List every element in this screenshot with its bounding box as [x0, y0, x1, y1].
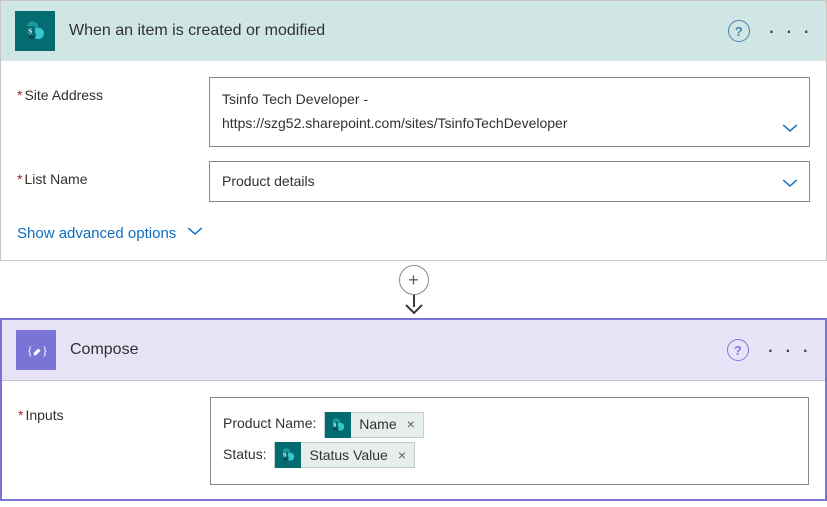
- svg-text:S: S: [28, 26, 32, 35]
- help-icon[interactable]: ?: [727, 339, 749, 361]
- compose-body: *Inputs Product Name: S Name × Status: S…: [2, 381, 825, 499]
- inputs-text: Status:: [223, 446, 267, 462]
- list-name-label: *List Name: [17, 161, 197, 187]
- inputs-field[interactable]: Product Name: S Name × Status: S Status …: [210, 397, 809, 485]
- add-step-button[interactable]: +: [399, 265, 429, 295]
- chevron-down-icon: [186, 224, 204, 242]
- inputs-text: Product Name:: [223, 415, 316, 431]
- add-step-connector: +: [0, 261, 827, 318]
- arrow-down-icon: [401, 293, 427, 318]
- compose-header[interactable]: {} Compose ? · · ·: [2, 320, 825, 381]
- inputs-label: *Inputs: [18, 397, 198, 423]
- show-advanced-options-link[interactable]: Show advanced options: [17, 216, 204, 246]
- site-address-row: *Site Address Tsinfo Tech Developer - ht…: [17, 77, 810, 147]
- dynamic-token-status-value[interactable]: S Status Value ×: [274, 442, 415, 468]
- site-address-dropdown[interactable]: Tsinfo Tech Developer - https://szg52.sh…: [209, 77, 810, 147]
- sharepoint-icon: S: [15, 11, 55, 51]
- token-label: Status Value: [301, 440, 395, 471]
- site-address-value: Tsinfo Tech Developer - https://szg52.sh…: [222, 88, 568, 136]
- token-remove-button[interactable]: ×: [396, 440, 414, 471]
- more-menu-button[interactable]: · · ·: [767, 345, 811, 355]
- inputs-line: Product Name: S Name ×: [223, 408, 796, 439]
- compose-title: Compose: [70, 341, 713, 359]
- chevron-down-icon: [781, 121, 799, 138]
- help-icon[interactable]: ?: [728, 20, 750, 42]
- svg-text:}: }: [42, 344, 48, 358]
- inputs-row: *Inputs Product Name: S Name × Status: S…: [18, 397, 809, 485]
- token-label: Name: [351, 409, 404, 440]
- token-remove-button[interactable]: ×: [405, 409, 423, 440]
- list-name-value: Product details: [222, 170, 315, 194]
- sharepoint-icon: S: [275, 442, 301, 468]
- compose-icon: {}: [16, 330, 56, 370]
- chevron-down-icon: [781, 176, 799, 193]
- list-name-row: *List Name Product details: [17, 161, 810, 203]
- trigger-card: S When an item is created or modified ? …: [0, 0, 827, 261]
- compose-card: {} Compose ? · · · *Inputs Product Name:…: [0, 318, 827, 501]
- sharepoint-icon: S: [325, 412, 351, 438]
- list-name-dropdown[interactable]: Product details: [209, 161, 810, 203]
- trigger-body: *Site Address Tsinfo Tech Developer - ht…: [1, 61, 826, 260]
- more-menu-button[interactable]: · · ·: [768, 26, 812, 36]
- svg-text:{: {: [27, 344, 33, 358]
- inputs-line: Status: S Status Value ×: [223, 439, 796, 470]
- site-address-label: *Site Address: [17, 77, 197, 103]
- dynamic-token-name[interactable]: S Name ×: [324, 412, 424, 438]
- trigger-title: When an item is created or modified: [69, 22, 714, 40]
- trigger-header[interactable]: S When an item is created or modified ? …: [1, 1, 826, 61]
